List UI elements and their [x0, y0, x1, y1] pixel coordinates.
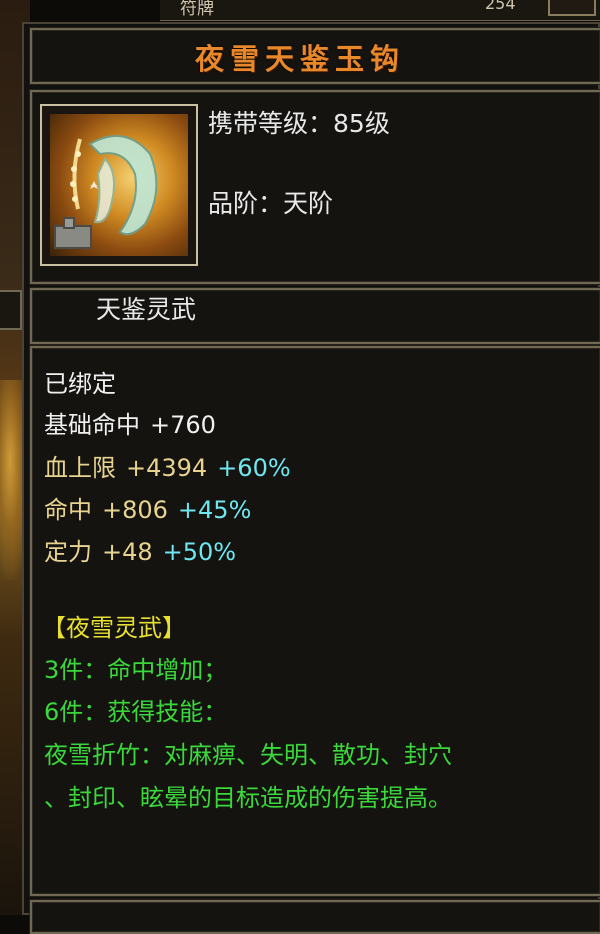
grade-row: 品阶：天阶	[208, 184, 333, 220]
bind-status: 已绑定	[44, 370, 116, 398]
item-category: 天鉴灵武	[96, 295, 197, 324]
set-name: 【夜雪灵武】	[42, 614, 186, 642]
set-tier-6: 6件：获得技能：	[44, 698, 228, 726]
item-name: 夜雪天鉴玉钩	[194, 42, 405, 76]
set-skill-line-2: 、封印、眩晕的目标造成的伤害提高。	[44, 784, 452, 812]
stat-name: 血上限	[44, 454, 116, 482]
stat-row: 血上限 +4394 +60%	[44, 448, 291, 483]
stat-row: 基础命中 +760	[44, 405, 216, 440]
item-icon-slot	[40, 104, 198, 266]
jade-hook-weapon-icon	[50, 114, 188, 256]
bottom-frame	[30, 900, 600, 934]
stat-row: 定力 +48 +50%	[44, 532, 236, 567]
stat-value: +48	[102, 538, 153, 566]
stat-name: 命中	[44, 496, 92, 524]
stat-bonus: +45%	[177, 496, 252, 524]
stat-value: +806	[102, 496, 168, 524]
carry-level-label: 携带等级：	[208, 109, 334, 138]
underlying-window-strip: 符牌 254	[160, 0, 600, 21]
grade-value: 天阶	[283, 189, 334, 218]
carry-level-row: 携带等级：85级	[208, 104, 390, 140]
set-skill-line-1: 夜雪折竹：对麻痹、失明、散功、封穴	[44, 741, 452, 769]
underlying-panel-edge	[0, 290, 22, 330]
grade-label: 品阶：	[208, 189, 284, 218]
set-tier-3: 3件：命中增加；	[44, 656, 228, 684]
stat-bonus: +50%	[162, 538, 237, 566]
carry-level-value: 85级	[333, 109, 390, 138]
stat-value: +4394	[126, 454, 208, 482]
stat-value: +760	[150, 411, 216, 439]
stat-bonus: +60%	[217, 454, 291, 482]
stat-name: 定力	[44, 538, 92, 566]
underlying-button[interactable]	[548, 0, 596, 16]
underlying-count: 254	[485, 0, 516, 13]
stat-name: 基础命中	[44, 411, 140, 439]
stat-row: 命中 +806 +45%	[44, 490, 251, 525]
underlying-label: 符牌	[180, 0, 214, 19]
